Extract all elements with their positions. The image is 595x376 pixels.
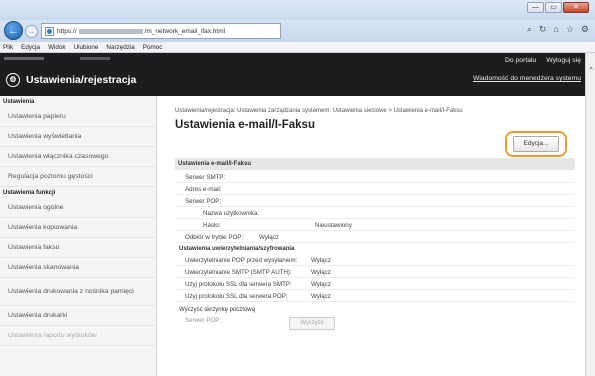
settings-icon: ⚙ xyxy=(6,73,20,87)
sidebar-item-timer[interactable]: Ustawienia włącznika czasowego xyxy=(0,147,156,167)
row-ssl-smtp: Użyj protokołu SSL dla serwera SMTP: Wył… xyxy=(175,279,575,290)
sidebar: Ustawienia Ustawienia papieru Ustawienia… xyxy=(0,96,157,376)
email-address-label: Adres e-mail: xyxy=(185,186,222,193)
row-password: Hasło: Nieustawiony xyxy=(175,220,575,231)
sidebar-item-density[interactable]: Regulacja poziomu gęstości xyxy=(0,167,156,187)
breadcrumb: Ustawienia/rejestracja: Ustawienia zarzą… xyxy=(175,108,463,114)
portal-link[interactable]: Do portalu xyxy=(505,57,536,64)
sidebar-item-report[interactable]: Ustawienia raportu wydruków xyxy=(0,326,156,346)
menu-item-help[interactable]: Pomoc xyxy=(143,44,163,51)
sidebar-item-display[interactable]: Ustawienia wyświetlania xyxy=(0,127,156,147)
url-redacted xyxy=(78,28,143,34)
manager-message-link[interactable]: Wiadomość do menedżera systemu xyxy=(473,75,581,82)
auth-value: Wyłącz xyxy=(311,257,331,264)
menu-item-tools[interactable]: Narzędzia xyxy=(106,44,134,51)
pop-receive-label: Odbiór w trybie POP: xyxy=(185,234,244,241)
password-value: Nieustawiony xyxy=(315,222,352,229)
menu-item-edit[interactable]: Edycja xyxy=(21,44,40,51)
row-ssl-pop: Użyj protokołu SSL dla serwera POP: Wyłą… xyxy=(175,291,575,302)
close-button[interactable]: ✕ xyxy=(563,2,589,13)
username-label: Nazwa użytkownika: xyxy=(203,210,260,217)
sidebar-item-printer[interactable]: Ustawienia drukarki xyxy=(0,306,156,326)
sidebar-item-paper[interactable]: Ustawienia papieru xyxy=(0,107,156,127)
redacted-text xyxy=(80,57,110,60)
row-pop-server: Serwer POP: xyxy=(175,196,575,207)
back-button[interactable]: ← xyxy=(4,21,23,40)
address-bar[interactable]: https:// /m_network_email_ifax.html xyxy=(41,23,281,39)
row-username: Nazwa użytkownika: xyxy=(175,208,575,219)
refresh-icon[interactable]: ↻ xyxy=(539,24,547,35)
row-email-address: Adres e-mail: xyxy=(175,184,575,195)
auth-value: Wyłącz xyxy=(311,293,331,300)
app-header: Do portalu Wyloguj się Wiadomość do mene… xyxy=(0,53,585,96)
browser-toolbar-icons: ⌕ ↻ ⌂ ☆ ⚙ xyxy=(527,24,589,35)
scroll-up-icon[interactable]: ^ xyxy=(587,67,595,75)
auth-label: Użyj protokołu SSL dla serwera SMTP: xyxy=(185,281,292,288)
row-auth-smtp: Uwierzytelnianie SMTP (SMTP AUTH): Wyłąc… xyxy=(175,267,575,278)
window-titlebar: — ▭ ✕ xyxy=(0,0,595,20)
home-icon[interactable]: ⌂ xyxy=(553,24,558,35)
search-icon[interactable]: ⌕ xyxy=(527,24,532,35)
page-title: Ustawienia e-mail/I-Faksu xyxy=(175,119,315,131)
gear-icon[interactable]: ⚙ xyxy=(581,24,589,35)
menu-item-file[interactable]: Plik xyxy=(3,44,13,51)
sidebar-heading-functions: Ustawienia funkcji xyxy=(3,190,56,196)
app-title-text: Ustawienia/rejestracja xyxy=(26,74,137,86)
edit-button[interactable]: Edycja... xyxy=(513,136,559,152)
auth-label: Uwierzytelnianie POP przed wysyłaniem: xyxy=(185,257,298,264)
star-icon[interactable]: ☆ xyxy=(566,24,574,35)
section-auth-encryption: Ustawienia uwierzytelniania/szyfrowania xyxy=(179,246,295,252)
clear-button[interactable]: Wyczyść xyxy=(289,317,335,330)
auth-label: Uwierzytelnianie SMTP (SMTP AUTH): xyxy=(185,269,292,276)
pop-server-label: Serwer POP: xyxy=(185,198,222,205)
sidebar-heading: Ustawienia xyxy=(3,99,35,105)
arrow-right-icon: → xyxy=(27,27,36,36)
arrow-left-icon: ← xyxy=(8,25,19,37)
section-email-ifax: Ustawienia e-mail/I-Faksu xyxy=(175,158,575,170)
pop-receive-value: Wyłącz xyxy=(259,234,279,241)
url-suffix: /m_network_email_ifax.html xyxy=(144,27,226,35)
sidebar-item-copy[interactable]: Ustawienia kopiowania xyxy=(0,218,156,238)
sidebar-item-fax[interactable]: Ustawienia faksu xyxy=(0,238,156,258)
smtp-server-label: Serwer SMTP: xyxy=(185,174,226,181)
auth-value: Wyłącz xyxy=(311,269,331,276)
minimize-button[interactable]: — xyxy=(527,2,544,13)
window-controls: — ▭ ✕ xyxy=(527,2,589,13)
row-auth-pop-before: Uwierzytelnianie POP przed wysyłaniem: W… xyxy=(175,255,575,266)
sidebar-item-media-print[interactable]: Ustawienia drukowania z nośnika pamięci xyxy=(0,278,156,306)
maximize-button[interactable]: ▭ xyxy=(545,2,562,13)
redacted-text xyxy=(4,57,44,60)
scrollbar[interactable]: ^ xyxy=(585,53,595,376)
row-pop-receive: Odbiór w trybie POP: Wyłącz xyxy=(175,232,575,243)
section-clear-mailbox: Wyczyść skrzynkę pocztową xyxy=(179,307,255,313)
menu-item-favorites[interactable]: Ulubione xyxy=(74,44,99,51)
sidebar-item-scan[interactable]: Ustawienia skanowania xyxy=(0,258,156,278)
auth-label: Użyj protokołu SSL dla serwera POP: xyxy=(185,293,288,300)
logout-link[interactable]: Wyloguj się xyxy=(546,57,581,64)
password-label: Hasło: xyxy=(203,222,221,229)
app-title: ⚙ Ustawienia/rejestracja xyxy=(6,73,136,87)
menu-item-view[interactable]: Widok xyxy=(48,44,66,51)
auth-value: Wyłącz xyxy=(311,281,331,288)
url-prefix: https:// xyxy=(57,27,77,35)
header-links: Do portalu Wyloguj się xyxy=(505,57,581,64)
main-content: Ustawienia/rejestracja: Ustawienia zarzą… xyxy=(157,96,585,376)
browser-navbar: ← → https:// /m_network_email_ifax.html … xyxy=(0,20,595,42)
sidebar-item-general[interactable]: Ustawienia ogólne xyxy=(0,198,156,218)
pop-server2-label: Serwer POP: xyxy=(185,317,222,324)
row-smtp-server: Serwer SMTP: xyxy=(175,172,575,183)
row-clear-pop-server: Serwer POP: xyxy=(175,315,575,326)
menu-bar: Plik Edycja Widok Ulubione Narzędzia Pom… xyxy=(0,42,595,53)
forward-button[interactable]: → xyxy=(25,25,38,38)
page-icon xyxy=(45,26,54,36)
